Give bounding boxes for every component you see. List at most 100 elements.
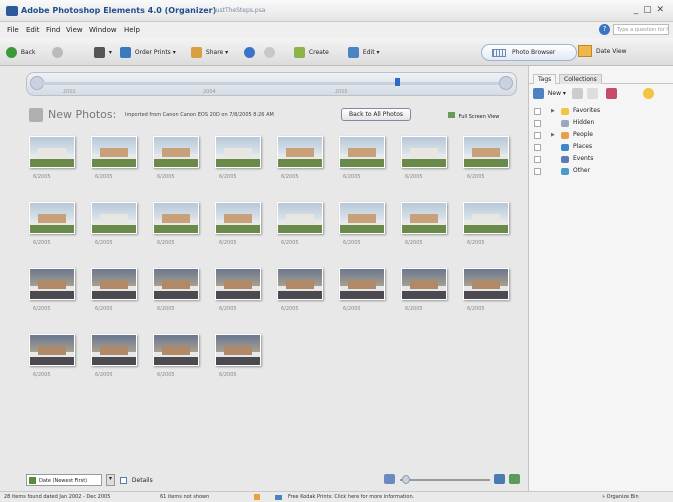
photo-thumbnail[interactable]: 6/2005 [337, 134, 389, 184]
tag-item-favorites[interactable]: ▶ Favorites [529, 106, 673, 117]
photo-thumbnail[interactable]: 6/2005 [461, 266, 513, 316]
back-button[interactable]: Back [6, 47, 36, 59]
photo-image[interactable] [277, 136, 323, 168]
photo-thumbnail[interactable]: 6/2005 [213, 266, 265, 316]
zoom-slider-track[interactable] [400, 479, 490, 481]
photo-thumbnail[interactable]: 6/2005 [399, 200, 451, 250]
timeline-end-handle[interactable] [499, 76, 513, 90]
photo-image[interactable] [153, 268, 199, 300]
photo-browser-button[interactable]: Photo Browser [481, 44, 577, 61]
single-photo-icon[interactable] [509, 474, 520, 484]
photo-image[interactable] [401, 268, 447, 300]
tag-checkbox[interactable] [534, 168, 541, 175]
help-search-input[interactable]: Type a question for help [613, 24, 669, 35]
rotate-left-button[interactable] [244, 47, 257, 59]
tag-item-other[interactable]: Other [529, 166, 673, 177]
photo-image[interactable] [215, 334, 261, 366]
photo-image[interactable] [215, 268, 261, 300]
details-checkbox[interactable] [120, 477, 127, 484]
help-icon[interactable]: ? [599, 24, 610, 35]
menu-window[interactable]: Window [89, 26, 117, 34]
tag-checkbox[interactable] [534, 156, 541, 163]
menu-view[interactable]: View [66, 26, 83, 34]
photo-thumbnail[interactable]: 6/2005 [151, 332, 203, 382]
photo-image[interactable] [401, 136, 447, 168]
edit-tag-icon[interactable] [571, 88, 583, 99]
tab-tags[interactable]: Tags [533, 74, 557, 84]
tag-item-events[interactable]: Events [529, 154, 673, 165]
large-thumbnail-icon[interactable] [494, 474, 505, 484]
photo-thumbnail[interactable]: 6/2005 [213, 200, 265, 250]
photo-image[interactable] [463, 202, 509, 234]
photo-thumbnail[interactable]: 6/2005 [89, 200, 141, 250]
photo-thumbnail[interactable]: 6/2005 [337, 266, 389, 316]
photo-thumbnail[interactable]: 6/2005 [89, 266, 141, 316]
menu-find[interactable]: Find [46, 26, 60, 34]
photo-thumbnail[interactable]: 6/2005 [151, 134, 203, 184]
photo-image[interactable] [91, 136, 137, 168]
menu-edit[interactable]: Edit [26, 26, 40, 34]
tag-checkbox[interactable] [534, 144, 541, 151]
share-button[interactable]: Share ▾ [191, 47, 228, 59]
photo-thumbnail[interactable]: 6/2005 [213, 134, 265, 184]
expand-triangle-icon[interactable]: ▶ [551, 132, 555, 138]
photo-image[interactable] [277, 202, 323, 234]
new-tag-button[interactable]: New ▾ [548, 90, 566, 97]
create-button[interactable]: Create [294, 47, 329, 59]
tag-checkbox[interactable] [534, 120, 541, 127]
photo-thumbnail[interactable]: 6/2005 [275, 266, 327, 316]
photo-thumbnail[interactable]: 6/2005 [89, 134, 141, 184]
photo-image[interactable] [29, 136, 75, 168]
small-thumbnail-icon[interactable] [384, 474, 395, 484]
photo-thumbnail[interactable]: 6/2005 [275, 134, 327, 184]
menu-help[interactable]: Help [124, 26, 140, 34]
expand-triangle-icon[interactable]: ▶ [551, 108, 555, 114]
photo-thumbnail[interactable]: 6/2005 [399, 134, 451, 184]
photo-thumbnail[interactable]: 6/2005 [461, 200, 513, 250]
photo-thumbnail[interactable]: 6/2005 [27, 134, 79, 184]
photo-thumbnail[interactable]: 6/2005 [461, 134, 513, 184]
photo-image[interactable] [29, 268, 75, 300]
tab-collections[interactable]: Collections [559, 74, 602, 84]
tag-item-hidden[interactable]: Hidden [529, 118, 673, 129]
photo-thumbnail[interactable]: 6/2005 [27, 200, 79, 250]
details-toggle[interactable]: Details [120, 477, 153, 484]
photo-image[interactable] [29, 202, 75, 234]
photo-image[interactable] [339, 268, 385, 300]
timeline-track[interactable] [41, 82, 501, 85]
find-tag-icon[interactable] [605, 88, 617, 99]
timeline-marker[interactable] [395, 78, 400, 86]
window-controls[interactable]: _ ▢ ✕ [634, 5, 665, 15]
full-screen-view-button[interactable]: Full Screen View [448, 112, 499, 120]
tag-item-people[interactable]: ▶ People [529, 130, 673, 141]
photo-image[interactable] [401, 202, 447, 234]
photo-thumbnail[interactable]: 6/2005 [213, 332, 265, 382]
photo-image[interactable] [91, 202, 137, 234]
photo-thumbnail[interactable]: 6/2005 [275, 200, 327, 250]
photo-image[interactable] [463, 268, 509, 300]
photo-image[interactable] [29, 334, 75, 366]
photo-thumbnail[interactable]: 6/2005 [151, 266, 203, 316]
photo-image[interactable] [277, 268, 323, 300]
photo-image[interactable] [91, 334, 137, 366]
photo-thumbnail[interactable]: 6/2005 [27, 266, 79, 316]
photo-thumbnail[interactable]: 6/2005 [89, 332, 141, 382]
photo-image[interactable] [153, 136, 199, 168]
zoom-slider-thumb[interactable] [402, 475, 410, 484]
tag-checkbox[interactable] [534, 132, 541, 139]
tag-item-places[interactable]: Places [529, 142, 673, 153]
new-tag-icon[interactable] [533, 88, 544, 99]
edit-button[interactable]: Edit ▾ [348, 47, 379, 59]
photo-image[interactable] [463, 136, 509, 168]
photo-image[interactable] [215, 202, 261, 234]
photo-image[interactable] [339, 136, 385, 168]
tag-checkbox[interactable] [534, 108, 541, 115]
kodak-prints-link[interactable]: Free Kodak Prints: Click here for more i… [288, 494, 414, 500]
delete-tag-icon[interactable] [586, 88, 598, 99]
timeline[interactable]: 2002 2004 2005 [26, 72, 517, 96]
photo-thumbnail[interactable]: 6/2005 [337, 200, 389, 250]
sort-select[interactable]: Date (Newest First) [26, 474, 102, 486]
photo-image[interactable] [215, 136, 261, 168]
photo-image[interactable] [153, 202, 199, 234]
photo-thumbnail[interactable]: 6/2005 [399, 266, 451, 316]
